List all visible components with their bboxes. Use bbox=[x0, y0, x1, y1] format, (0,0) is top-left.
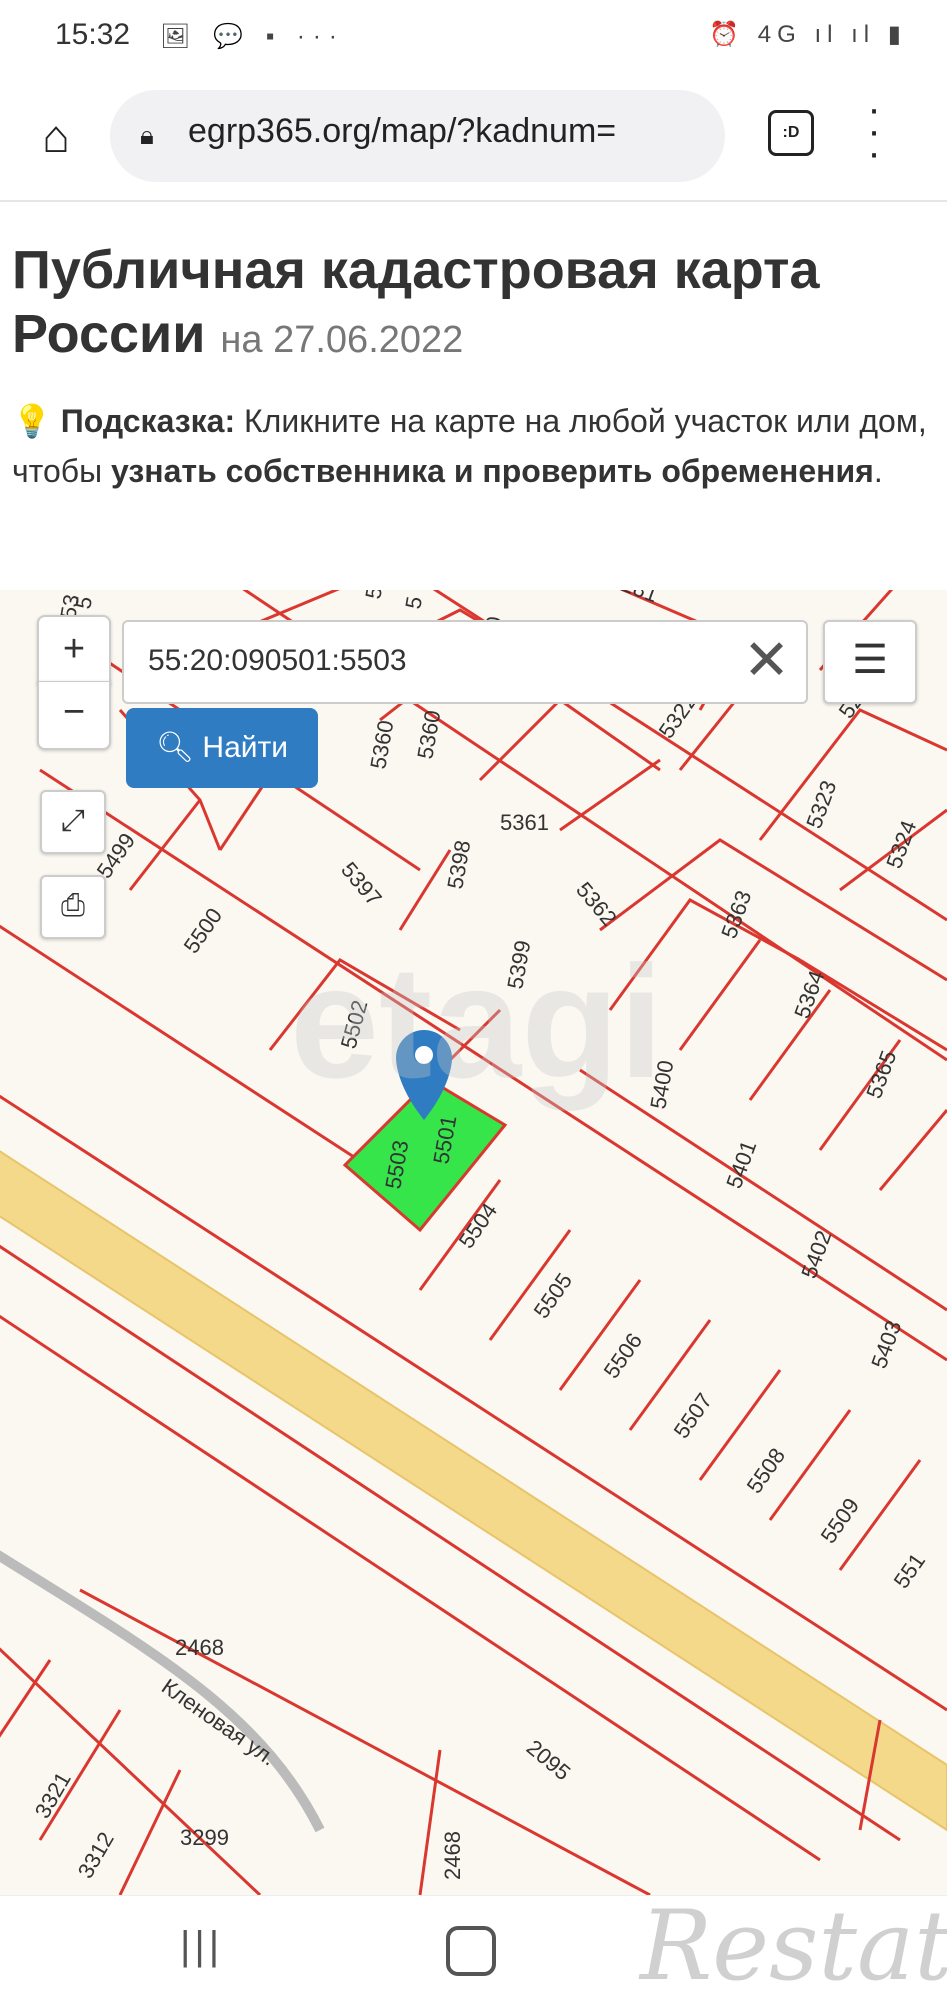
hint-text: 💡 Подсказка: Кликните на карте на любой … bbox=[12, 403, 927, 489]
notification-icons: 🖼 💬 ▪ ··· bbox=[160, 23, 345, 50]
parcel-label: 3312 bbox=[73, 1828, 119, 1883]
restate-watermark: Restate bbox=[640, 1890, 947, 2002]
parcel-label: 5360 bbox=[412, 708, 445, 761]
parcel-label: 5500 bbox=[179, 903, 228, 957]
map-watermark: etagi bbox=[290, 932, 664, 1111]
zoom-in-button[interactable]: + bbox=[37, 615, 111, 685]
layers-menu-button[interactable]: ☰ bbox=[823, 620, 917, 704]
browser-toolbar: ⌂ 🔒︎ egrp365.org/map/?kadnum= :D · · · bbox=[0, 70, 947, 202]
page-title: Публичная кадастровая карта России на 27… bbox=[12, 238, 932, 372]
parcel-label: 551 bbox=[889, 1548, 931, 1592]
clear-icon[interactable]: ✕ bbox=[743, 628, 790, 692]
find-button[interactable]: 🔍︎ Найти bbox=[126, 708, 318, 788]
home-nav-icon[interactable] bbox=[446, 1926, 496, 1976]
parcel-label: 5508 bbox=[742, 1443, 791, 1497]
parcel-label: 2468 bbox=[175, 1635, 224, 1660]
parcel-label: 5361 bbox=[500, 810, 549, 835]
search-icon: 🔍︎ bbox=[155, 731, 195, 764]
parcel-label: 5398 bbox=[442, 838, 475, 891]
print-icon[interactable]: ⎙ bbox=[40, 875, 106, 939]
parcel-label: 5360 bbox=[365, 718, 398, 771]
tab-switcher-button[interactable]: :D bbox=[768, 110, 814, 156]
parcel-label: 5506 bbox=[599, 1328, 648, 1382]
lightbulb-icon: 💡 bbox=[12, 403, 52, 439]
more-menu-icon[interactable]: · · · bbox=[862, 89, 886, 173]
search-value: 55:20:090501:5503 bbox=[148, 644, 407, 677]
parcel-label: 2468 bbox=[440, 1831, 465, 1880]
hint-label: Подсказка: bbox=[60, 403, 236, 439]
cadastral-map[interactable]: 5322528353605360536153235324539753985362… bbox=[0, 590, 947, 1895]
url-text: egrp365.org/map/?kadnum= bbox=[188, 112, 617, 150]
parcel-label: 5403 bbox=[866, 1317, 906, 1372]
fullscreen-icon[interactable]: ⤢ bbox=[40, 790, 106, 854]
parcel-label: 5402 bbox=[796, 1227, 836, 1282]
system-icons: ⏰ 4G ıl ıl ▮ bbox=[709, 21, 907, 48]
parcel-label: 5 bbox=[360, 590, 387, 601]
home-icon[interactable]: ⌂ bbox=[28, 108, 84, 164]
parcel-label: 5365 bbox=[861, 1047, 901, 1102]
address-bar[interactable]: 🔒︎ egrp365.org/map/?kadnum= bbox=[110, 90, 725, 182]
parcel-label: 5507 bbox=[669, 1388, 718, 1442]
parcel-label: 2095 bbox=[522, 1735, 576, 1786]
zoom-out-button[interactable]: − bbox=[37, 681, 111, 750]
parcel-label: 3299 bbox=[180, 1825, 229, 1850]
parcel-label: 5362 bbox=[571, 877, 622, 931]
parcel-label: 5323 bbox=[801, 777, 841, 832]
parcel-label: 5 bbox=[400, 594, 427, 610]
parcel-label: 5504 bbox=[454, 1198, 503, 1252]
status-time: 15:32 bbox=[55, 18, 131, 51]
status-bar: 15:32 🖼 💬 ▪ ··· ⏰ 4G ıl ıl ▮ bbox=[0, 0, 947, 70]
parcel-label: 5364 bbox=[789, 967, 829, 1022]
parcel-label: 5324 bbox=[881, 817, 921, 872]
lock-icon: 🔒︎ bbox=[140, 120, 154, 150]
recents-icon[interactable]: ||| bbox=[180, 1924, 223, 1969]
title-date: на 27.06.2022 bbox=[220, 319, 464, 361]
cadastral-search-input[interactable]: 55:20:090501:5503 ✕ bbox=[122, 620, 808, 704]
parcel-label: 5397 bbox=[336, 857, 387, 911]
parcel-label: 5509 bbox=[816, 1493, 865, 1547]
hint-bold: узнать собственника и проверить обремене… bbox=[110, 453, 874, 489]
find-button-label: Найти bbox=[202, 731, 289, 764]
